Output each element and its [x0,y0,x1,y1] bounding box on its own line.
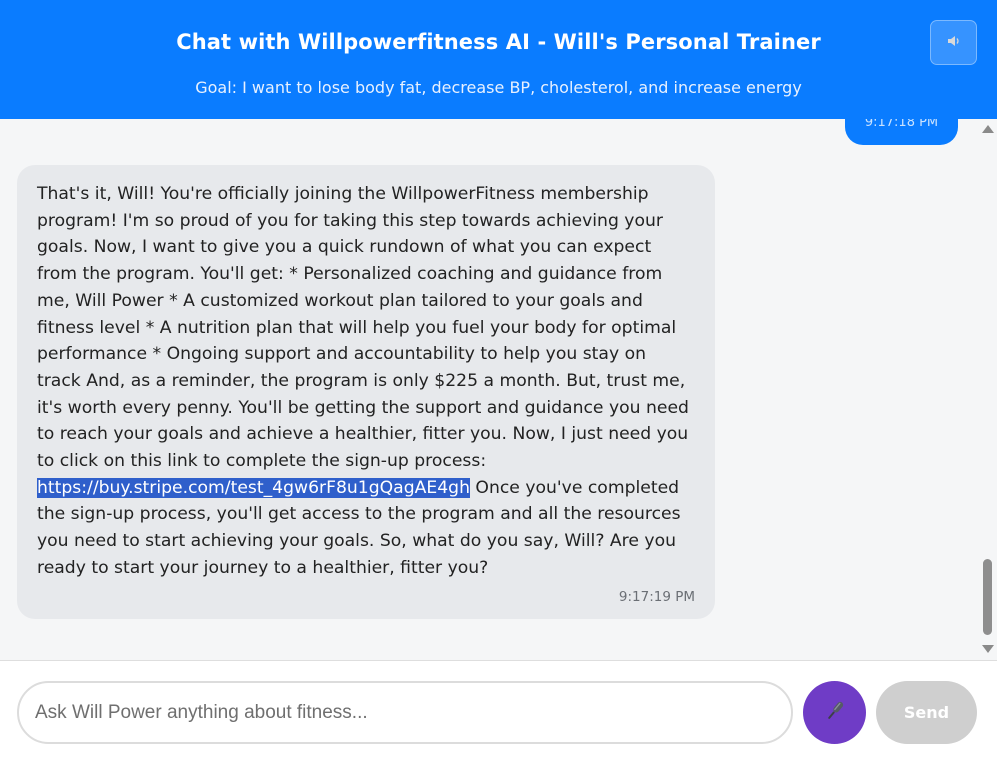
scroll-thumb[interactable] [983,559,992,635]
speaker-icon [946,33,962,53]
chat-app: Chat with Willpowerfitness AI - Will's P… [0,0,997,761]
message-input[interactable] [17,681,793,744]
message-body: That's it, Will! You're officially joini… [37,184,689,472]
message-timestamp: 9:17:18 PM [864,119,939,130]
assistant-message: That's it, Will! You're officially joini… [17,165,715,619]
chat-header: Chat with Willpowerfitness AI - Will's P… [0,0,997,119]
page-title: Chat with Willpowerfitness AI - Will's P… [176,30,821,54]
scroll-up-arrow[interactable] [982,125,994,133]
microphone-icon [822,698,848,727]
message-text: That's it, Will! You're officially joini… [37,181,695,582]
message-composer: Send [0,660,997,761]
voice-input-button[interactable] [803,681,866,744]
chat-scrollbar[interactable] [978,119,997,660]
sound-toggle-button[interactable] [930,20,977,65]
send-button[interactable]: Send [876,681,977,744]
message-timestamp: 9:17:19 PM [618,589,695,605]
user-message: 9:17:18 PM [845,119,958,145]
goal-text: Goal: I want to lose body fat, decrease … [195,78,802,97]
chat-messages[interactable]: 9:17:18 PM That's it, Will! You're offic… [0,119,997,660]
scroll-down-arrow[interactable] [982,645,994,653]
stripe-link[interactable]: https://buy.stripe.com/test_4gw6rF8u1gQa… [37,477,470,498]
